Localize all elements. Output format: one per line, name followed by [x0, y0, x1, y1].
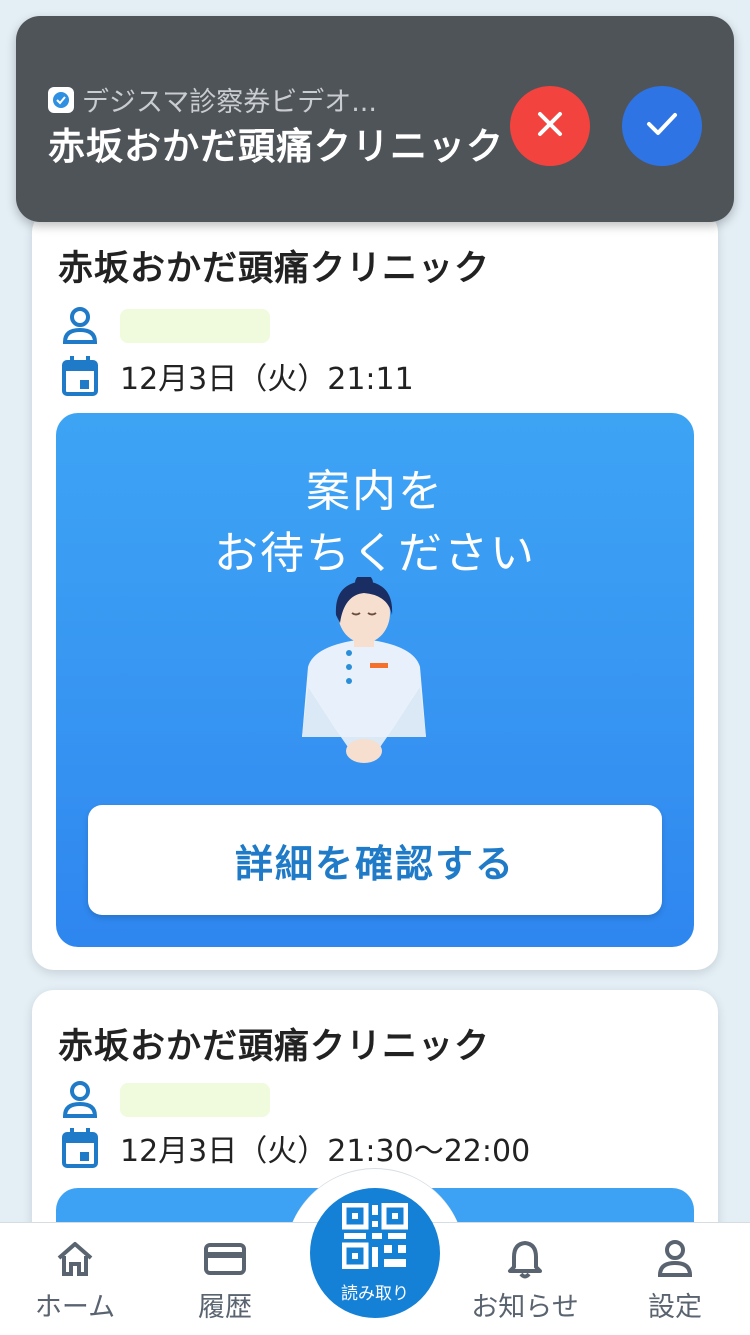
check-icon — [645, 109, 679, 143]
status-panel: 案内を お待ちください 詳細を確認する — [56, 413, 694, 947]
reject-button[interactable] — [510, 86, 590, 166]
home-icon — [55, 1239, 95, 1279]
nav-history-label: 履歴 — [198, 1292, 252, 1323]
datetime-row: 12月3日（火）21:30〜22:00 — [58, 1126, 530, 1170]
person-icon — [657, 1239, 693, 1279]
patient-row — [58, 1078, 270, 1122]
status-line-2: お待ちください — [214, 528, 536, 579]
appointment-datetime: 12月3日（火）21:11 — [120, 362, 414, 397]
clinic-name: 赤坂おかだ頭痛クリニック — [58, 1027, 491, 1067]
accept-button[interactable] — [622, 86, 702, 166]
nav-settings[interactable]: 設定 — [600, 1223, 750, 1335]
calendar-icon — [58, 354, 102, 398]
clinic-name: 赤坂おかだ頭痛クリニック — [58, 249, 491, 289]
scan-label: 読み取り — [341, 1283, 409, 1304]
card-icon — [204, 1239, 246, 1279]
nav-settings-label: 設定 — [648, 1292, 702, 1323]
qr-code-icon — [341, 1202, 409, 1273]
reservation-card[interactable]: 赤坂おかだ頭痛クリニック 12月3日（火）21:11 案内を お待ちください 詳… — [32, 210, 718, 970]
nurse-illustration — [294, 574, 434, 777]
scan-qr-button[interactable]: 読み取り — [310, 1188, 440, 1318]
status-line-1: 案内を — [306, 466, 444, 517]
view-details-button[interactable]: 詳細を確認する — [88, 805, 662, 915]
notification-banner[interactable]: デジスマ診察券ビデオ... 赤坂おかだ頭痛クリニック — [16, 16, 734, 222]
patient-name-redacted — [120, 309, 270, 343]
patient-name-redacted — [120, 1083, 270, 1117]
bell-icon — [507, 1239, 543, 1279]
appointment-datetime: 12月3日（火）21:30〜22:00 — [120, 1134, 531, 1169]
nav-home[interactable]: ホーム — [0, 1223, 150, 1335]
nav-home-label: ホーム — [34, 1292, 116, 1323]
patient-row — [58, 304, 270, 348]
calendar-icon — [58, 1126, 102, 1170]
person-icon — [58, 304, 102, 348]
notification-app-name: デジスマ診察券ビデオ... — [82, 87, 377, 118]
close-icon — [535, 109, 565, 143]
app-icon — [48, 86, 74, 113]
nav-notices-label: お知らせ — [471, 1292, 579, 1323]
notification-title: 赤坂おかだ頭痛クリニック — [48, 125, 504, 168]
notification-app-row: デジスマ診察券ビデオ... — [48, 80, 377, 119]
nav-history[interactable]: 履歴 — [150, 1223, 300, 1335]
datetime-row: 12月3日（火）21:11 — [58, 354, 414, 398]
nav-notices[interactable]: お知らせ — [450, 1223, 600, 1335]
person-icon — [58, 1078, 102, 1122]
